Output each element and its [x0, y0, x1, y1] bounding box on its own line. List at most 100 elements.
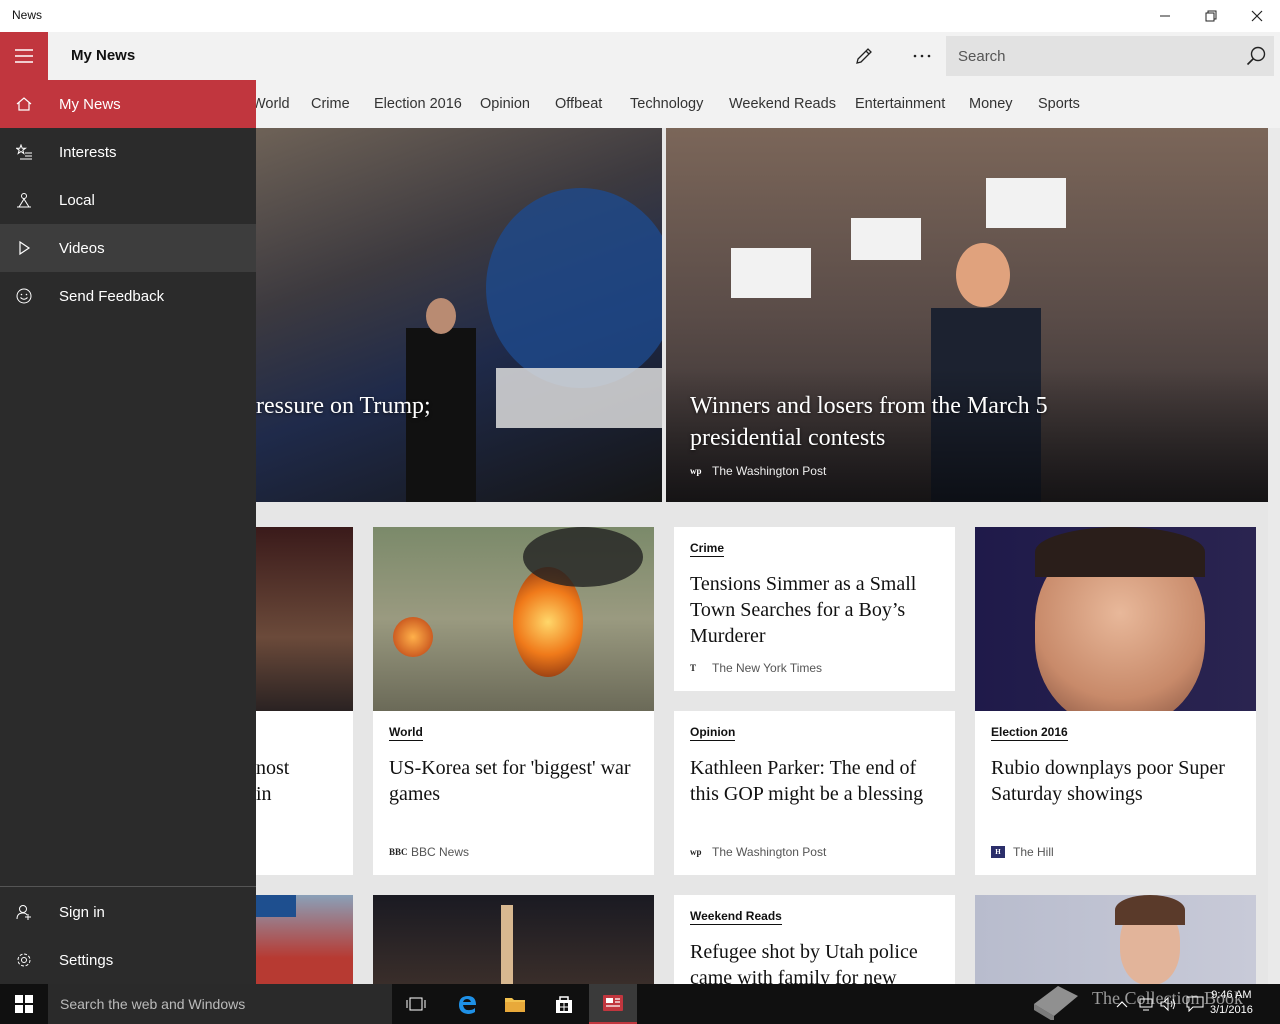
category-weekend-reads[interactable]: Weekend Reads	[729, 96, 836, 112]
store-button[interactable]	[540, 984, 588, 1024]
sidebar-item-label: Local	[59, 191, 95, 209]
minimize-icon	[1160, 15, 1170, 17]
folder-icon	[505, 998, 525, 1012]
category-election-2016[interactable]: Election 2016	[374, 96, 462, 112]
sidebar-item-settings[interactable]: Settings	[0, 936, 256, 984]
the-hill-logo: H	[991, 846, 1005, 858]
bbc-logo: BBC	[389, 847, 408, 857]
category-sports[interactable]: Sports	[1038, 96, 1080, 112]
story-image[interactable]	[373, 527, 654, 711]
file-explorer-button[interactable]	[491, 984, 539, 1024]
story-card[interactable]: World US-Korea set for 'biggest' war gam…	[373, 711, 654, 875]
hero-headline: Winners and losers from the March 5 pres…	[690, 393, 1048, 451]
story-card-partial[interactable]: nost in	[256, 711, 353, 875]
minimize-button[interactable]	[1142, 0, 1188, 32]
story-card[interactable]: Crime Tensions Simmer as a Small Town Se…	[674, 527, 955, 691]
category-technology[interactable]: Technology	[630, 96, 703, 112]
taskbar-search[interactable]: Search the web and Windows	[48, 984, 392, 1024]
local-icon	[0, 192, 48, 208]
more-button[interactable]	[910, 44, 934, 68]
story-image[interactable]	[373, 895, 654, 984]
story-card[interactable]: Weekend Reads Refugee shot by Utah polic…	[674, 895, 955, 984]
gear-icon	[0, 952, 48, 968]
category-money[interactable]: Money	[969, 96, 1013, 112]
search-box[interactable]: Search	[946, 36, 1274, 76]
hero-story-right[interactable]: Winners and losers from the March 5 pres…	[666, 128, 1268, 502]
card-source: BBC BBC News	[389, 845, 470, 859]
hero-story-left[interactable]: ressure on Trump;	[256, 128, 662, 502]
category-world[interactable]: World	[252, 96, 290, 112]
page-title: My News	[71, 47, 136, 64]
edit-button[interactable]	[852, 44, 876, 68]
action-center-icon[interactable]	[1186, 996, 1204, 1013]
nyt-logo: T	[690, 663, 697, 673]
sidebar-item-local[interactable]: Local	[0, 176, 256, 224]
sidebar-item-label: Settings	[59, 951, 114, 969]
sidebar-item-interests[interactable]: Interests	[0, 128, 256, 176]
card-tag[interactable]: Opinion	[690, 725, 736, 741]
home-icon	[0, 96, 48, 112]
more-icon	[913, 54, 931, 58]
card-source: wp The Washington Post	[690, 845, 827, 859]
card-tag[interactable]: Election 2016	[991, 725, 1068, 741]
card-headline: nost	[256, 757, 290, 779]
card-headline: Kathleen Parker: The end of this GOP mig…	[690, 757, 924, 805]
task-view-button[interactable]	[392, 984, 440, 1024]
news-feed: ressure on Trump; Winners and losers fro…	[256, 128, 1280, 984]
story-image[interactable]	[975, 527, 1256, 711]
taskbar-clock[interactable]: 9:46 AM 3/1/2016	[1210, 988, 1253, 1018]
category-offbeat[interactable]: Offbeat	[555, 96, 602, 112]
sidebar-item-label: Send Feedback	[59, 287, 165, 305]
story-card[interactable]: Election 2016 Rubio downplays poor Super…	[975, 711, 1256, 875]
interests-icon	[0, 144, 48, 160]
search-placeholder: Search	[958, 48, 1006, 65]
card-headline: Tensions Simmer as a Small Town Searches…	[690, 573, 917, 647]
close-button[interactable]	[1234, 0, 1280, 32]
store-icon	[556, 996, 572, 1013]
sidebar-item-sign-in[interactable]: Sign in	[0, 888, 256, 936]
story-image[interactable]	[256, 527, 353, 711]
category-opinion[interactable]: Opinion	[480, 96, 530, 112]
sidebar-item-label: Sign in	[59, 903, 105, 921]
network-icon[interactable]	[1138, 996, 1154, 1012]
story-image[interactable]	[975, 895, 1256, 984]
sidebar-item-send-feedback[interactable]: Send Feedback	[0, 272, 256, 320]
card-headline: US-Korea set for 'biggest' war games	[389, 757, 631, 805]
card-tag[interactable]: World	[389, 725, 423, 741]
edge-icon	[459, 996, 476, 1014]
restore-button[interactable]	[1188, 0, 1234, 32]
category-entertainment[interactable]: Entertainment	[855, 96, 945, 112]
task-view-icon	[406, 997, 426, 1011]
news-app-button[interactable]	[589, 984, 637, 1024]
scrollbar[interactable]	[1268, 128, 1280, 984]
hamburger-button[interactable]	[0, 32, 48, 80]
sidebar-item-videos[interactable]: Videos	[0, 224, 256, 272]
story-card[interactable]: Opinion Kathleen Parker: The end of this…	[674, 711, 955, 875]
clock-time: 9:46 AM	[1211, 989, 1252, 1001]
hero-source: wp The Washington Post	[690, 464, 827, 478]
window-title: News	[12, 8, 43, 22]
title-bar: News	[0, 0, 1280, 32]
close-icon	[1251, 10, 1263, 22]
edge-button[interactable]	[443, 984, 491, 1024]
pencil-icon	[856, 48, 872, 64]
navigation-pane: My News Interests Local Videos Send Feed…	[0, 80, 256, 984]
category-crime[interactable]: Crime	[311, 96, 350, 112]
card-headline: Refugee shot by Utah police came with fa…	[690, 941, 918, 984]
card-tag[interactable]: Crime	[690, 541, 725, 557]
card-source: T The New York Times	[690, 661, 823, 675]
smiley-icon	[0, 288, 48, 304]
card-tag[interactable]: Weekend Reads	[690, 909, 782, 925]
book-watermark-icon	[1028, 978, 1082, 1022]
clock-date: 3/1/2016	[1210, 1004, 1253, 1016]
news-app-icon	[603, 995, 623, 1011]
search-icon[interactable]	[1246, 46, 1266, 66]
play-icon	[0, 240, 48, 256]
sidebar-item-my-news[interactable]: My News	[0, 80, 256, 128]
story-image[interactable]	[256, 895, 353, 984]
hamburger-icon	[15, 49, 33, 63]
start-button[interactable]	[0, 984, 48, 1024]
system-tray-chevron-icon[interactable]	[1114, 996, 1130, 1012]
card-headline: Rubio downplays poor Super Saturday show…	[991, 757, 1225, 805]
volume-icon[interactable]	[1160, 996, 1178, 1012]
